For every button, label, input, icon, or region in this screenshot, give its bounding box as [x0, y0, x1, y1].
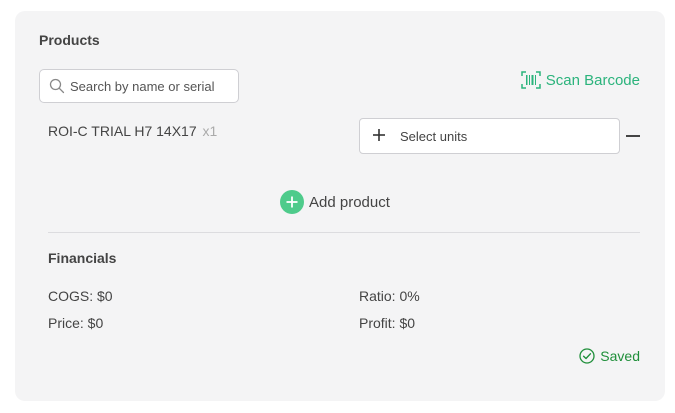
- barcode-icon: [521, 71, 541, 89]
- product-name: ROI-C TRIAL H7 14X17: [48, 123, 197, 139]
- product-item: ROI-C TRIAL H7 14X17 x1: [48, 123, 217, 139]
- profit-value: Profit: $0: [359, 315, 416, 331]
- product-quantity: x1: [202, 123, 218, 139]
- search-input[interactable]: [70, 78, 230, 94]
- select-units-label: Select units: [400, 128, 468, 144]
- price-value: Price: $0: [48, 315, 104, 331]
- scan-barcode-label: Scan Barcode: [545, 71, 640, 89]
- check-circle-icon: [579, 348, 595, 364]
- select-units-button[interactable]: Select units: [359, 118, 620, 154]
- saved-status: Saved: [579, 348, 640, 364]
- plus-icon: [372, 126, 386, 146]
- search-icon: [49, 78, 65, 94]
- add-product-label: Add product: [309, 193, 390, 211]
- products-title: Products: [39, 32, 100, 48]
- add-product-button[interactable]: Add product: [280, 190, 390, 214]
- divider: [48, 232, 640, 233]
- search-box[interactable]: [39, 69, 239, 103]
- scan-barcode-button[interactable]: Scan Barcode: [521, 71, 640, 89]
- plus-circle-icon: [280, 190, 304, 214]
- cogs-value: COGS: $0: [48, 288, 113, 304]
- saved-label: Saved: [600, 348, 640, 364]
- ratio-value: Ratio: 0%: [359, 288, 420, 304]
- financials-title: Financials: [48, 250, 117, 266]
- products-card: Products Scan Barcode ROI-C TRIAL H7 14X…: [15, 11, 665, 401]
- minus-icon[interactable]: [626, 135, 640, 137]
